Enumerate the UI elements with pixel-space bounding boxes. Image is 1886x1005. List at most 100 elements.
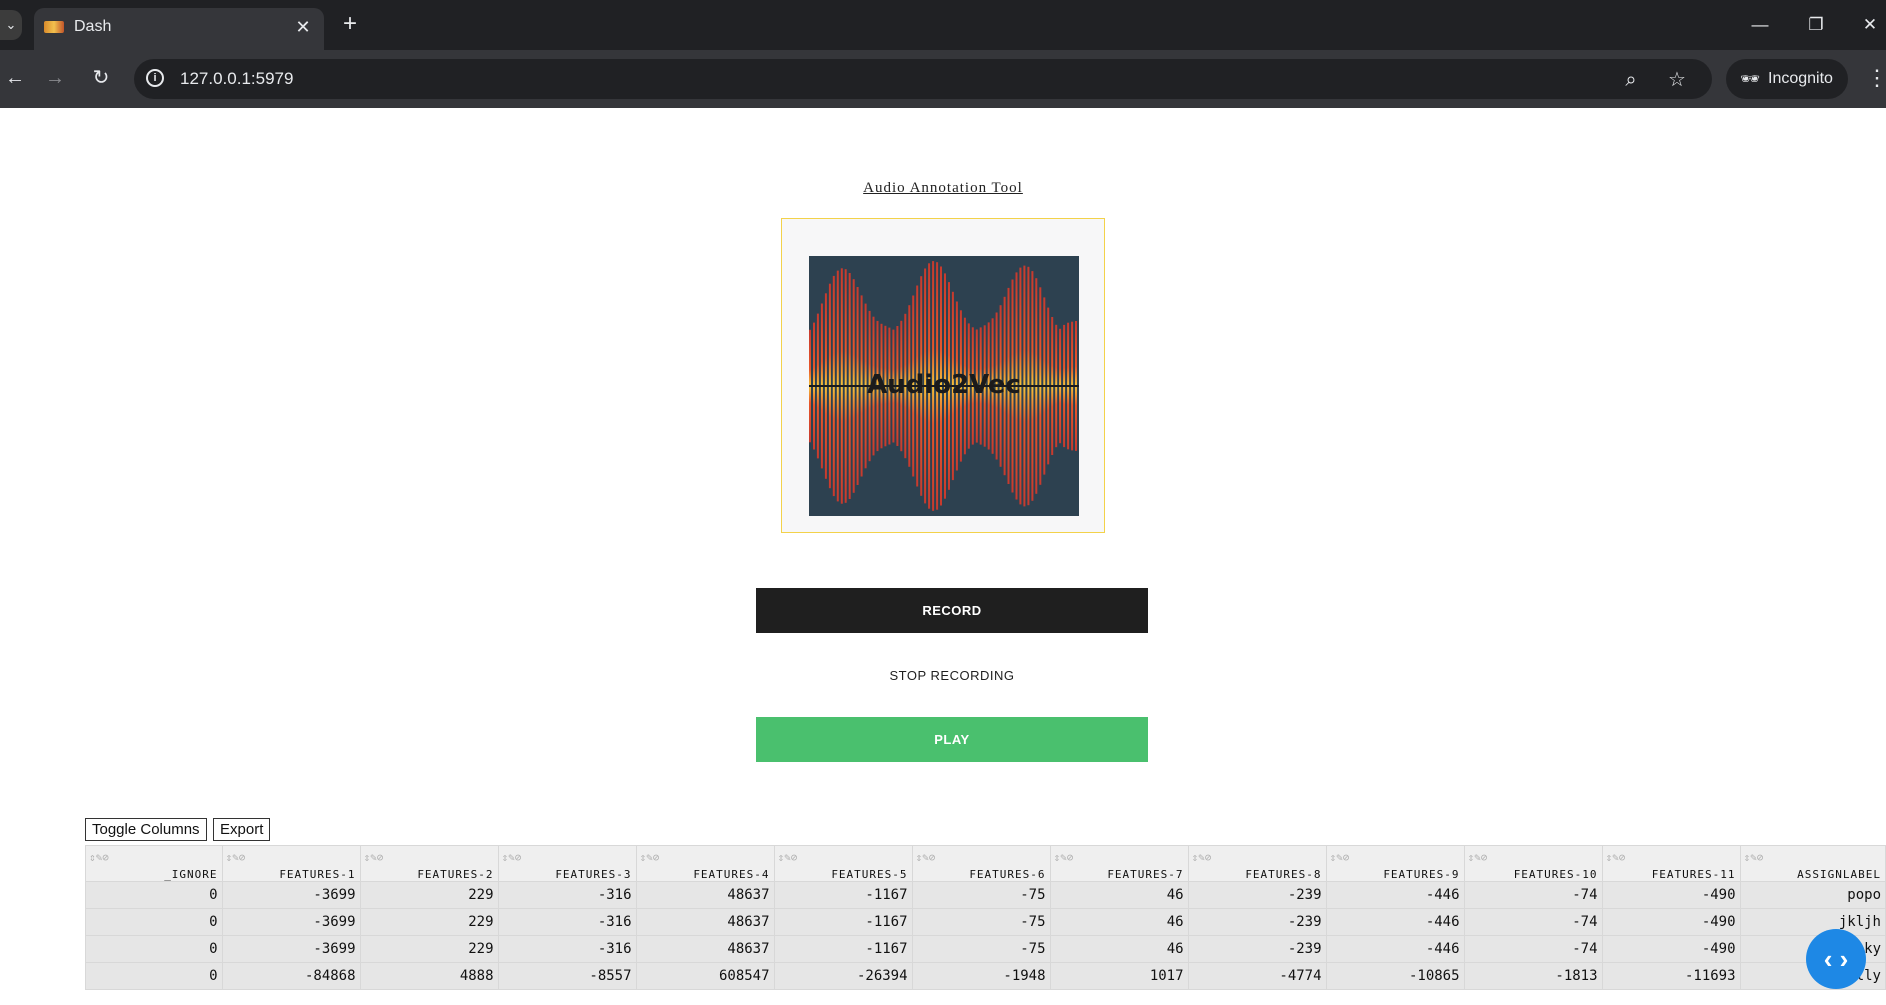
tab-list-chevron-icon[interactable]: ⌄: [0, 10, 22, 40]
column-sort-edit-hide-icon[interactable]: ⇕✎⊘: [502, 851, 522, 864]
table-cell[interactable]: 4888: [359, 962, 499, 990]
record-button[interactable]: RECORD: [756, 588, 1148, 633]
table-cell[interactable]: 229: [359, 908, 499, 936]
table-cell[interactable]: -239: [1187, 881, 1327, 909]
column-header[interactable]: ⇕✎⊘ FEATURES-10: [1463, 845, 1603, 882]
table-cell[interactable]: -3699: [221, 935, 361, 963]
table-cell[interactable]: 229: [359, 881, 499, 909]
table-cell[interactable]: -74: [1463, 935, 1603, 963]
column-sort-edit-hide-icon[interactable]: ⇕✎⊘: [89, 851, 109, 864]
column-header[interactable]: ⇕✎⊘ FEATURES-8: [1187, 845, 1327, 882]
site-info-icon[interactable]: i: [146, 69, 164, 87]
table-cell[interactable]: -446: [1325, 908, 1465, 936]
column-sort-edit-hide-icon[interactable]: ⇕✎⊘: [1468, 851, 1488, 864]
browser-tab[interactable]: Dash ✕: [34, 8, 324, 50]
table-cell[interactable]: 46: [1049, 935, 1189, 963]
dev-tools-code-icon[interactable]: ‹ ›: [1806, 929, 1866, 989]
column-sort-edit-hide-icon[interactable]: ⇕✎⊘: [1330, 851, 1350, 864]
table-cell[interactable]: -490: [1601, 908, 1741, 936]
table-cell[interactable]: 48637: [635, 881, 775, 909]
column-sort-edit-hide-icon[interactable]: ⇕✎⊘: [364, 851, 384, 864]
stop-recording-button[interactable]: STOP RECORDING: [756, 653, 1148, 698]
table-cell[interactable]: -446: [1325, 935, 1465, 963]
table-cell[interactable]: -239: [1187, 935, 1327, 963]
table-cell[interactable]: 0: [85, 908, 223, 936]
table-cell[interactable]: -75: [911, 908, 1051, 936]
table-cell[interactable]: -316: [497, 908, 637, 936]
column-sort-edit-hide-icon[interactable]: ⇕✎⊘: [1054, 851, 1074, 864]
table-cell[interactable]: -74: [1463, 881, 1603, 909]
table-cell[interactable]: -490: [1601, 935, 1741, 963]
column-header[interactable]: ⇕✎⊘ FEATURES-3: [497, 845, 637, 882]
column-header[interactable]: ⇕✎⊘ FEATURES-2: [359, 845, 499, 882]
play-button[interactable]: PLAY: [756, 717, 1148, 762]
table-cell[interactable]: 1017: [1049, 962, 1189, 990]
table-cell[interactable]: -316: [497, 881, 637, 909]
column-header[interactable]: ⇕✎⊘ FEATURES-9: [1325, 845, 1465, 882]
table-cell[interactable]: 229: [359, 935, 499, 963]
reload-icon[interactable]: ↻: [86, 63, 116, 93]
table-cell[interactable]: 46: [1049, 881, 1189, 909]
column-sort-edit-hide-icon[interactable]: ⇕✎⊘: [226, 851, 246, 864]
table-cell[interactable]: -316: [497, 935, 637, 963]
column-header[interactable]: ⇕✎⊘ ASSIGNLABEL: [1739, 845, 1886, 882]
export-button[interactable]: Export: [213, 818, 271, 841]
table-cell[interactable]: -84868: [221, 962, 361, 990]
bookmark-star-icon[interactable]: ☆: [1664, 67, 1690, 93]
column-header[interactable]: ⇕✎⊘ FEATURES-6: [911, 845, 1051, 882]
column-header[interactable]: ⇕✎⊘ FEATURES-5: [773, 845, 913, 882]
table-cell[interactable]: -490: [1601, 881, 1741, 909]
tab-close-icon[interactable]: ✕: [292, 16, 314, 38]
window-close-icon[interactable]: ✕: [1856, 12, 1884, 38]
table-cell[interactable]: -446: [1325, 881, 1465, 909]
forward-arrow-icon[interactable]: →: [40, 63, 70, 93]
url-text[interactable]: 127.0.0.1:5979: [180, 69, 293, 89]
table-cell[interactable]: 0: [85, 962, 223, 990]
table-cell[interactable]: -3699: [221, 908, 361, 936]
zoom-icon[interactable]: ⌕: [1618, 67, 1644, 93]
table-cell[interactable]: -1167: [773, 908, 913, 936]
table-cell[interactable]: 0: [85, 935, 223, 963]
table-cell[interactable]: 48637: [635, 935, 775, 963]
table-cell[interactable]: -11693: [1601, 962, 1741, 990]
new-tab-plus-icon[interactable]: +: [336, 10, 364, 38]
column-header[interactable]: ⇕✎⊘ FEATURES-1: [221, 845, 361, 882]
incognito-indicator[interactable]: 🕶 Incognito: [1726, 59, 1848, 99]
audio2vec-logo: Audio2Vec: [809, 256, 1079, 516]
minimize-icon[interactable]: —: [1746, 12, 1774, 38]
table-cell[interactable]: -1167: [773, 881, 913, 909]
table-cell[interactable]: -75: [911, 881, 1051, 909]
column-sort-edit-hide-icon[interactable]: ⇕✎⊘: [1744, 851, 1764, 864]
table-cell[interactable]: 608547: [635, 962, 775, 990]
column-header[interactable]: ⇕✎⊘ FEATURES-11: [1601, 845, 1741, 882]
table-cell[interactable]: 0: [85, 881, 223, 909]
address-bar[interactable]: i 127.0.0.1:5979 ⌕ ☆: [134, 59, 1712, 99]
table-cell[interactable]: -239: [1187, 908, 1327, 936]
table-cell[interactable]: jkljh: [1739, 908, 1886, 936]
column-sort-edit-hide-icon[interactable]: ⇕✎⊘: [640, 851, 660, 864]
table-cell[interactable]: -3699: [221, 881, 361, 909]
table-cell[interactable]: -8557: [497, 962, 637, 990]
table-cell[interactable]: -10865: [1325, 962, 1465, 990]
table-cell[interactable]: -26394: [773, 962, 913, 990]
table-cell[interactable]: 46: [1049, 908, 1189, 936]
column-sort-edit-hide-icon[interactable]: ⇕✎⊘: [778, 851, 798, 864]
table-cell[interactable]: 48637: [635, 908, 775, 936]
browser-menu-icon[interactable]: ⋮: [1866, 63, 1886, 93]
back-arrow-icon[interactable]: ←: [0, 63, 30, 93]
toggle-columns-button[interactable]: Toggle Columns: [85, 818, 207, 841]
restore-icon[interactable]: ❐: [1802, 12, 1830, 38]
table-cell[interactable]: -1948: [911, 962, 1051, 990]
table-cell[interactable]: popo: [1739, 881, 1886, 909]
table-cell[interactable]: -1813: [1463, 962, 1603, 990]
column-header[interactable]: ⇕✎⊘ FEATURES-7: [1049, 845, 1189, 882]
column-sort-edit-hide-icon[interactable]: ⇕✎⊘: [1192, 851, 1212, 864]
column-header[interactable]: ⇕✎⊘ FEATURES-4: [635, 845, 775, 882]
column-header[interactable]: ⇕✎⊘ _IGNORE: [85, 845, 223, 882]
column-sort-edit-hide-icon[interactable]: ⇕✎⊘: [916, 851, 936, 864]
table-cell[interactable]: -74: [1463, 908, 1603, 936]
table-cell[interactable]: -4774: [1187, 962, 1327, 990]
table-cell[interactable]: -75: [911, 935, 1051, 963]
column-sort-edit-hide-icon[interactable]: ⇕✎⊘: [1606, 851, 1626, 864]
table-cell[interactable]: -1167: [773, 935, 913, 963]
